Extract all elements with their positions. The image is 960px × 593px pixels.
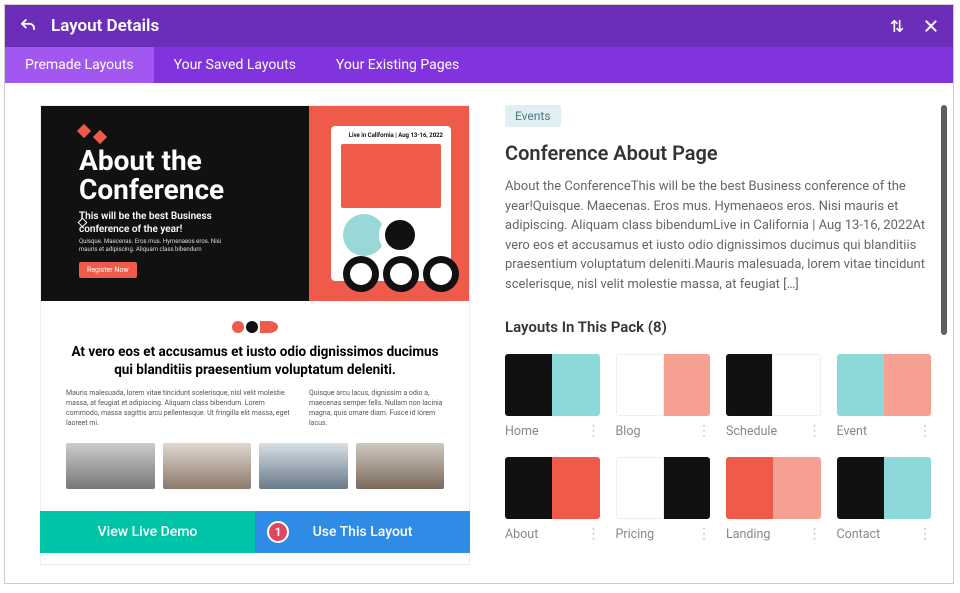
pack-item-schedule[interactable]: Schedule⋮ <box>726 354 821 439</box>
back-icon[interactable] <box>19 17 37 35</box>
more-icon[interactable]: ⋮ <box>697 429 710 435</box>
pack-item-about[interactable]: About⋮ <box>505 457 600 542</box>
layout-description: About the ConferenceThis will be the bes… <box>505 177 931 294</box>
callout-marker: 1 <box>267 521 289 543</box>
preview-register-button: Register Now <box>79 262 137 278</box>
layout-preview: About the Conference This will be the be… <box>40 105 470 565</box>
preview-heading: About the Conference <box>79 146 224 205</box>
use-this-layout-button[interactable]: 1 Use This Layout <box>255 511 470 553</box>
modal-header: Layout Details <box>5 5 953 47</box>
tabs: Premade Layouts Your Saved Layouts Your … <box>5 47 953 83</box>
more-icon[interactable]: ⋮ <box>587 532 600 538</box>
view-live-demo-button[interactable]: View Live Demo <box>40 511 255 553</box>
pack-item-landing[interactable]: Landing⋮ <box>726 457 821 542</box>
modal-title: Layout Details <box>51 16 889 36</box>
more-icon[interactable]: ⋮ <box>587 429 600 435</box>
pack-item-event[interactable]: Event⋮ <box>837 354 932 439</box>
tab-existing-pages[interactable]: Your Existing Pages <box>316 47 479 83</box>
layout-title: Conference About Page <box>505 141 931 165</box>
sort-icon[interactable] <box>889 18 905 34</box>
pack-item-home[interactable]: Home⋮ <box>505 354 600 439</box>
more-icon[interactable]: ⋮ <box>918 429 931 435</box>
tab-saved-layouts[interactable]: Your Saved Layouts <box>154 47 316 83</box>
pack-item-blog[interactable]: Blog⋮ <box>616 354 711 439</box>
pack-heading: Layouts In This Pack (8) <box>505 318 931 336</box>
scrollbar[interactable] <box>941 105 947 335</box>
more-icon[interactable]: ⋮ <box>808 429 821 435</box>
pack-grid: Home⋮ Blog⋮ Schedule⋮ Event⋮ About⋮ <box>505 354 931 542</box>
pack-item-pricing[interactable]: Pricing⋮ <box>616 457 711 542</box>
more-icon[interactable]: ⋮ <box>918 532 931 538</box>
tab-premade-layouts[interactable]: Premade Layouts <box>5 47 154 83</box>
close-icon[interactable] <box>923 18 939 34</box>
category-tag[interactable]: Events <box>505 105 561 127</box>
more-icon[interactable]: ⋮ <box>697 532 710 538</box>
more-icon[interactable]: ⋮ <box>808 532 821 538</box>
pack-item-contact[interactable]: Contact⋮ <box>837 457 932 542</box>
